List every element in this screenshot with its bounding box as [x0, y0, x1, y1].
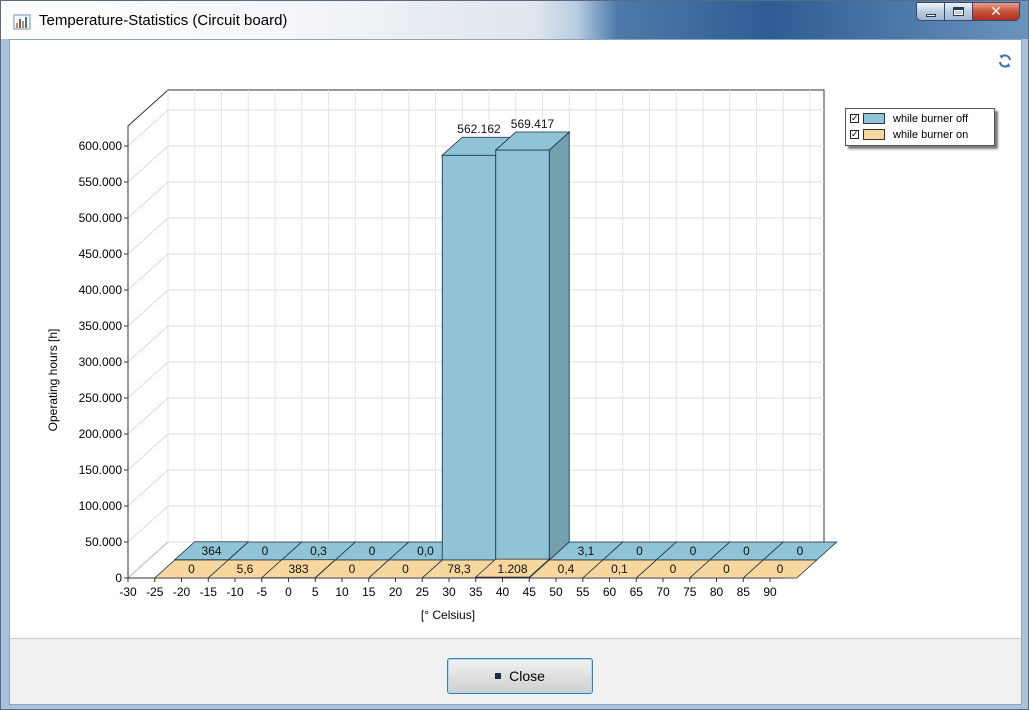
- legend-checkbox-off[interactable]: ✓: [850, 114, 859, 124]
- minimize-icon: [926, 14, 936, 17]
- x-tick-label: 50: [549, 585, 563, 599]
- x-tick-label: 0: [285, 585, 292, 599]
- x-tick-label: 75: [683, 585, 697, 599]
- y-tick-label: 150.000: [79, 463, 123, 477]
- data-label-on: 78,3: [447, 562, 471, 576]
- x-tick-label: 45: [523, 585, 537, 599]
- data-label-off: 562.162: [457, 122, 501, 136]
- x-tick-label: 85: [737, 585, 751, 599]
- data-label-off: 364: [201, 544, 221, 558]
- x-tick-label: -5: [256, 585, 267, 599]
- data-label-off: 3,1: [578, 544, 595, 558]
- x-tick-label: 15: [362, 585, 376, 599]
- x-tick-label: 80: [710, 585, 724, 599]
- footer-panel: Close: [10, 639, 1021, 704]
- y-tick-label: 250.000: [79, 391, 123, 405]
- close-button[interactable]: Close: [447, 658, 593, 694]
- close-button-label: Close: [509, 668, 545, 684]
- legend-swatch-on: [863, 129, 885, 140]
- data-label-on: 0: [670, 562, 677, 576]
- chart-app-icon: [13, 14, 31, 30]
- button-bullet-icon: [495, 673, 502, 679]
- bar-front-off: [441, 154, 497, 561]
- x-tick-label: -20: [173, 585, 191, 599]
- data-label-on: 0: [723, 562, 730, 576]
- statistics-window: Temperature-Statistics (Circuit board) ✕…: [0, 0, 1029, 710]
- data-label-off: 0: [262, 544, 269, 558]
- maximize-button[interactable]: [944, 2, 972, 21]
- bar-side-off: [548, 131, 570, 561]
- x-tick-label: -25: [146, 585, 164, 599]
- data-label-off: 0,0: [417, 544, 434, 558]
- x-tick-label: -15: [200, 585, 218, 599]
- data-label-off: 0: [636, 544, 643, 558]
- close-window-button[interactable]: ✕: [972, 2, 1020, 21]
- data-label-on: 383: [288, 562, 308, 576]
- x-tick-label: 70: [656, 585, 670, 599]
- data-label-on: 0: [777, 562, 784, 576]
- data-label-off: 0,3: [310, 544, 327, 558]
- y-tick-label: 550.000: [79, 175, 123, 189]
- legend-swatch-off: [863, 113, 885, 124]
- y-tick-label: 300.000: [79, 355, 123, 369]
- y-tick-label: 50.000: [85, 535, 122, 549]
- data-label-on: 0: [188, 562, 195, 576]
- y-tick-label: 100.000: [79, 499, 123, 513]
- x-tick-label: 10: [335, 585, 349, 599]
- x-tick-label: 30: [442, 585, 456, 599]
- window-title: Temperature-Statistics (Circuit board): [39, 12, 288, 29]
- left-wall: [127, 88, 169, 580]
- window-controls: ✕: [916, 2, 1020, 21]
- x-tick-label: 60: [603, 585, 617, 599]
- y-tick-label: 400.000: [79, 283, 123, 297]
- data-label-off: 569.417: [511, 117, 555, 131]
- y-tick-label: 350.000: [79, 319, 123, 333]
- y-tick-label: 450.000: [79, 247, 123, 261]
- data-label-on: 0,4: [558, 562, 575, 576]
- data-label-off: 0: [690, 544, 697, 558]
- legend-checkbox-on[interactable]: ✓: [850, 130, 859, 140]
- x-tick-label: 35: [469, 585, 483, 599]
- data-label-on: 0,1: [611, 562, 628, 576]
- bar-front-off: [495, 149, 550, 561]
- x-tick-label: 55: [576, 585, 590, 599]
- x-tick-label: 65: [630, 585, 644, 599]
- y-tick-label: 500.000: [79, 211, 123, 225]
- maximize-icon: [953, 7, 964, 16]
- x-tick-label: -10: [226, 585, 244, 599]
- legend-label-off: while burner off: [893, 112, 969, 125]
- x-tick-label: -30: [119, 585, 137, 599]
- y-tick-label: 200.000: [79, 427, 123, 441]
- chart-legend: ✓ while burner off ✓ while burner on: [845, 108, 995, 146]
- legend-item-on[interactable]: ✓ while burner on: [850, 127, 968, 142]
- data-label-off: 0: [797, 544, 804, 558]
- client-area: 0 50.000 100.000 150.000 200.000 250.000 300.0…: [9, 39, 1022, 705]
- minimize-button[interactable]: [916, 2, 944, 21]
- x-axis-label: [° Celsius]: [421, 608, 475, 622]
- close-icon: ✕: [990, 4, 1002, 20]
- legend-item-off[interactable]: ✓ while burner off: [850, 111, 968, 126]
- data-label-on: 5,6: [237, 562, 254, 576]
- x-tick-label: 20: [389, 585, 403, 599]
- x-tick-label: 5: [312, 585, 319, 599]
- title-bar[interactable]: Temperature-Statistics (Circuit board) ✕: [1, 1, 1028, 39]
- data-label-on: 0: [349, 562, 356, 576]
- y-tick-label: 0: [115, 571, 122, 585]
- data-label-on: 1.208: [497, 562, 527, 576]
- y-tick-label: 600.000: [79, 139, 123, 153]
- x-tick-label: 90: [763, 585, 777, 599]
- data-label-off: 0: [369, 544, 376, 558]
- x-tick-label: 25: [416, 585, 430, 599]
- data-label-on: 0: [402, 562, 409, 576]
- y-axis-label: Operating hours [h]: [46, 329, 60, 432]
- data-label-off: 0: [743, 544, 750, 558]
- legend-label-on: while burner on: [893, 128, 969, 141]
- x-tick-label: 40: [496, 585, 510, 599]
